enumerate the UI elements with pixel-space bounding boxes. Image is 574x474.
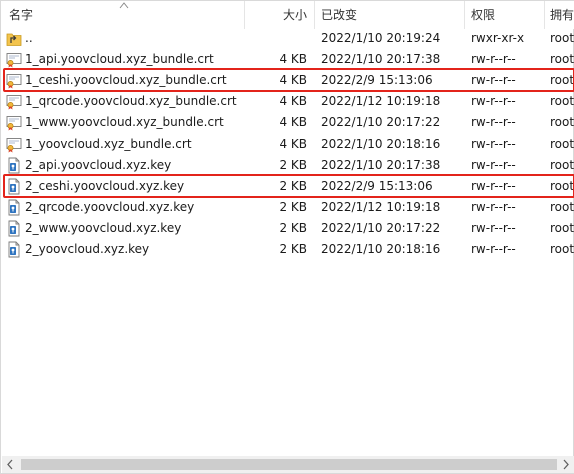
highlight-box [3, 174, 574, 198]
file-row[interactable]: 1_www.yoovcloud.xyz_bundle.crt 4 KB 2022/1… [1, 112, 574, 133]
column-header: 名字 大小 已改变 权限 拥有 [1, 1, 574, 29]
file-row[interactable]: 1_api.yoovcloud.xyz_bundle.crt 4 KB 2022/1… [1, 49, 574, 70]
scrollbar-thumb[interactable] [21, 459, 557, 470]
file-modified: 2022/1/12 10:19:18 [321, 94, 441, 108]
file-owner: root [550, 31, 574, 45]
scroll-left-arrow-icon[interactable] [2, 456, 19, 473]
file-name: 2_www.yoovcloud.xyz.key [25, 221, 182, 235]
file-modified: 2022/1/12 10:19:18 [321, 200, 441, 214]
file-row[interactable]: .. 2022/1/10 20:19:24 rwxr-xr-x root [1, 28, 574, 49]
key-file-icon [6, 241, 22, 258]
certificate-file-icon [6, 93, 22, 110]
file-permissions: rw-r--r-- [471, 221, 516, 235]
column-header-permissions[interactable]: 权限 [471, 1, 495, 29]
key-file-icon [6, 199, 22, 216]
column-header-name[interactable]: 名字 [9, 1, 33, 29]
sort-ascending-icon [119, 2, 129, 9]
file-name: 2_api.yoovcloud.xyz.key [25, 158, 172, 172]
parent-folder-icon [6, 30, 22, 47]
file-permissions: rw-r--r-- [471, 115, 516, 129]
file-name: 2_yoovcloud.xyz.key [25, 242, 150, 256]
file-modified: 2022/1/10 20:17:22 [321, 221, 441, 235]
file-owner: root [550, 115, 574, 129]
horizontal-scrollbar[interactable] [2, 456, 574, 473]
file-modified: 2022/1/10 20:18:16 [321, 242, 441, 256]
file-row[interactable]: 2_qrcode.yoovcloud.xyz.key 2 KB 2022/1/12 … [1, 197, 574, 218]
file-size: 2 KB [279, 158, 307, 172]
file-modified: 2022/1/10 20:19:24 [321, 31, 441, 45]
certificate-file-icon [6, 136, 22, 153]
file-modified: 2022/1/10 20:17:38 [321, 52, 441, 66]
file-size: 2 KB [279, 200, 307, 214]
file-name: 2_qrcode.yoovcloud.xyz.key [25, 200, 195, 214]
file-name: 1_api.yoovcloud.xyz_bundle.crt [25, 52, 214, 66]
file-permissions: rw-r--r-- [471, 200, 516, 214]
file-name: 1_yoovcloud.xyz_bundle.crt [25, 137, 192, 151]
file-size: 4 KB [279, 52, 307, 66]
file-size: 4 KB [279, 137, 307, 151]
file-permissions: rw-r--r-- [471, 242, 516, 256]
file-name: 1_qrcode.yoovcloud.xyz_bundle.crt [25, 94, 237, 108]
file-permissions: rw-r--r-- [471, 94, 516, 108]
column-divider[interactable] [314, 1, 315, 29]
file-permissions: rw-r--r-- [471, 52, 516, 66]
column-header-owner-label: 拥有 [550, 8, 574, 22]
file-size: 4 KB [279, 115, 307, 129]
column-header-permissions-label: 权限 [471, 8, 496, 22]
file-permissions: rw-r--r-- [471, 137, 516, 151]
column-header-owner[interactable]: 拥有 [550, 1, 574, 29]
file-modified: 2022/1/10 20:17:38 [321, 158, 441, 172]
file-row[interactable]: 2_yoovcloud.xyz.key 2 KB 2022/1/10 20:18:1… [1, 239, 574, 260]
file-owner: root [550, 137, 574, 151]
certificate-file-icon [6, 114, 22, 131]
file-row[interactable]: 1_yoovcloud.xyz_bundle.crt 4 KB 2022/1/10 … [1, 134, 574, 155]
file-modified: 2022/1/10 20:18:16 [321, 137, 441, 151]
column-divider[interactable] [244, 1, 245, 29]
file-size: 4 KB [279, 94, 307, 108]
column-divider[interactable] [464, 1, 465, 29]
file-size: 2 KB [279, 221, 307, 235]
key-file-icon [6, 157, 22, 174]
file-size [251, 28, 307, 49]
file-owner: root [550, 242, 574, 256]
column-header-modified-label: 已改变 [321, 8, 358, 22]
file-permissions: rwxr-xr-x [471, 31, 525, 45]
column-header-name-label: 名字 [9, 8, 34, 22]
file-owner: root [550, 200, 574, 214]
file-row[interactable]: 2_www.yoovcloud.xyz.key 2 KB 2022/1/10 20:… [1, 218, 574, 239]
column-header-modified[interactable]: 已改变 [321, 1, 357, 29]
scroll-right-arrow-icon[interactable] [557, 456, 574, 473]
file-name: 1_www.yoovcloud.xyz_bundle.crt [25, 115, 224, 129]
file-list-panel: 名字 大小 已改变 权限 拥有 .. 2022/1/10 20:19:24 rwxr… [0, 0, 574, 474]
file-owner: root [550, 52, 574, 66]
file-row[interactable]: 1_qrcode.yoovcloud.xyz_bundle.crt 4 KB 202… [1, 91, 574, 112]
file-name: .. [25, 31, 33, 45]
highlight-box [3, 68, 574, 92]
column-header-size[interactable]: 大小 [251, 1, 307, 29]
file-permissions: rw-r--r-- [471, 158, 516, 172]
file-row[interactable]: 2_api.yoovcloud.xyz.key 2 KB 2022/1/10 20:… [1, 155, 574, 176]
certificate-file-icon [6, 51, 22, 68]
key-file-icon [6, 220, 22, 237]
file-modified: 2022/1/10 20:17:22 [321, 115, 441, 129]
file-owner: root [550, 221, 574, 235]
file-size: 2 KB [279, 242, 307, 256]
file-owner: root [550, 94, 574, 108]
column-header-size-label: 大小 [282, 8, 307, 22]
column-divider[interactable] [544, 1, 545, 29]
file-owner: root [550, 158, 574, 172]
